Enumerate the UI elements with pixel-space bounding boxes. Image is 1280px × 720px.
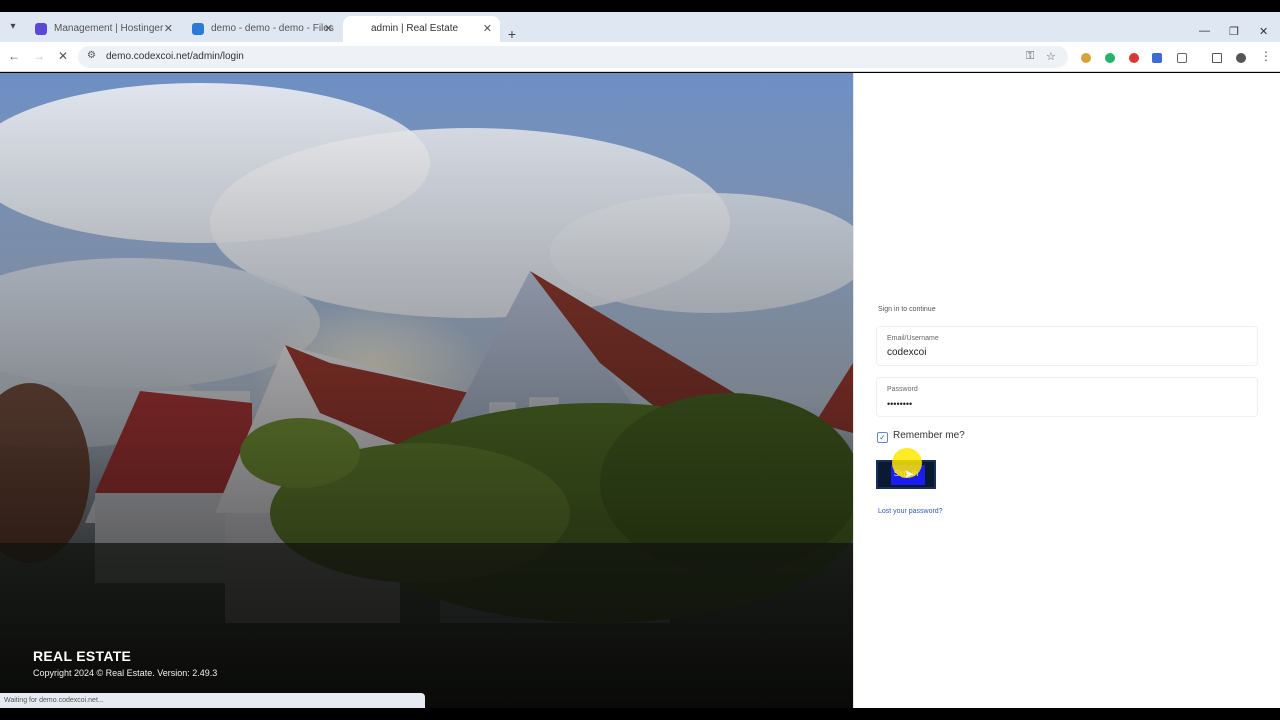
- email-field[interactable]: Email/Username: [876, 326, 1258, 366]
- tab-title: Management | Hostinger: [54, 23, 164, 34]
- houses-illustration: [0, 73, 853, 708]
- bookmark-star-icon[interactable]: ☆: [1046, 50, 1056, 63]
- browser-toolbar: ← → ✕ ⚙ demo.codexcoi.net/admin/login ⚿ …: [0, 42, 1280, 72]
- forward-icon[interactable]: →: [31, 48, 47, 64]
- brand-title: REAL ESTATE: [33, 648, 132, 664]
- tab-admin-real-estate[interactable]: admin | Real Estate ✕: [343, 16, 500, 42]
- remember-checkbox[interactable]: ✓: [877, 432, 888, 443]
- password-key-icon[interactable]: ⚿: [1026, 50, 1034, 63]
- profile-avatar-icon[interactable]: [1236, 53, 1246, 63]
- extension-icon[interactable]: [1081, 53, 1091, 63]
- password-input[interactable]: ••••••••: [887, 399, 1247, 409]
- close-tab-icon[interactable]: ✕: [324, 16, 333, 42]
- back-icon[interactable]: ←: [6, 48, 22, 64]
- url-text[interactable]: demo.codexcoi.net/admin/login: [106, 51, 244, 62]
- browser-tab-strip: ▾ Management | Hostinger ✕ demo - demo -…: [0, 12, 1280, 42]
- hostinger-favicon-icon: [35, 23, 47, 35]
- tab-files[interactable]: demo - demo - demo - Files ✕: [183, 16, 341, 42]
- new-tab-icon[interactable]: +: [505, 27, 519, 41]
- close-tab-icon[interactable]: ✕: [483, 16, 492, 42]
- hero-background-image: REAL ESTATE Copyright 2024 © Real Estate…: [0, 73, 853, 708]
- minimize-icon[interactable]: —: [1199, 25, 1210, 37]
- address-bar[interactable]: ⚙ demo.codexcoi.net/admin/login ⚿ ☆: [78, 46, 1068, 68]
- lost-password-link[interactable]: Lost your password?: [878, 508, 943, 515]
- screen: ▾ Management | Hostinger ✕ demo - demo -…: [0, 0, 1280, 720]
- email-input[interactable]: [887, 347, 1247, 358]
- files-favicon-icon: [192, 23, 204, 35]
- password-label: Password: [887, 386, 918, 393]
- browser-menu-icon[interactable]: ⋮: [1258, 48, 1274, 64]
- recorder-extension-icon[interactable]: [1129, 53, 1139, 63]
- close-window-icon[interactable]: ✕: [1259, 25, 1268, 38]
- remember-me[interactable]: ✓ Remember me?: [877, 430, 965, 443]
- mouse-pointer-icon: ➤: [904, 467, 915, 481]
- restore-icon[interactable]: ❐: [1229, 25, 1239, 38]
- top-black-band: [0, 0, 1280, 12]
- extensions-puzzle-icon[interactable]: [1177, 53, 1187, 63]
- tab-search-icon[interactable]: ▾: [6, 20, 20, 34]
- loading-favicon-icon: [352, 23, 364, 35]
- tab-title: demo - demo - demo - Files: [211, 23, 334, 34]
- stop-loading-icon[interactable]: ✕: [55, 48, 71, 64]
- login-page: REAL ESTATE Copyright 2024 © Real Estate…: [0, 73, 1280, 708]
- grammarly-extension-icon[interactable]: [1105, 53, 1115, 63]
- email-label: Email/Username: [887, 335, 939, 342]
- tab-title: admin | Real Estate: [371, 23, 459, 34]
- site-info-icon[interactable]: ⚙: [87, 50, 96, 61]
- password-field[interactable]: Password ••••••••: [876, 377, 1258, 417]
- copyright-text: Copyright 2024 © Real Estate. Version: 2…: [33, 668, 218, 678]
- close-tab-icon[interactable]: ✕: [164, 16, 173, 42]
- signin-heading: Sign in to continue: [878, 306, 936, 313]
- loading-status-bar: Waiting for demo.codexcoi.net...: [0, 693, 425, 708]
- login-panel: Sign in to continue Email/Username Passw…: [853, 73, 1280, 708]
- translate-extension-icon[interactable]: [1152, 53, 1162, 63]
- bottom-black-band: [0, 708, 1280, 720]
- tab-hostinger[interactable]: Management | Hostinger ✕: [26, 16, 181, 42]
- remember-label: Remember me?: [893, 430, 965, 441]
- side-panel-icon[interactable]: [1212, 53, 1222, 63]
